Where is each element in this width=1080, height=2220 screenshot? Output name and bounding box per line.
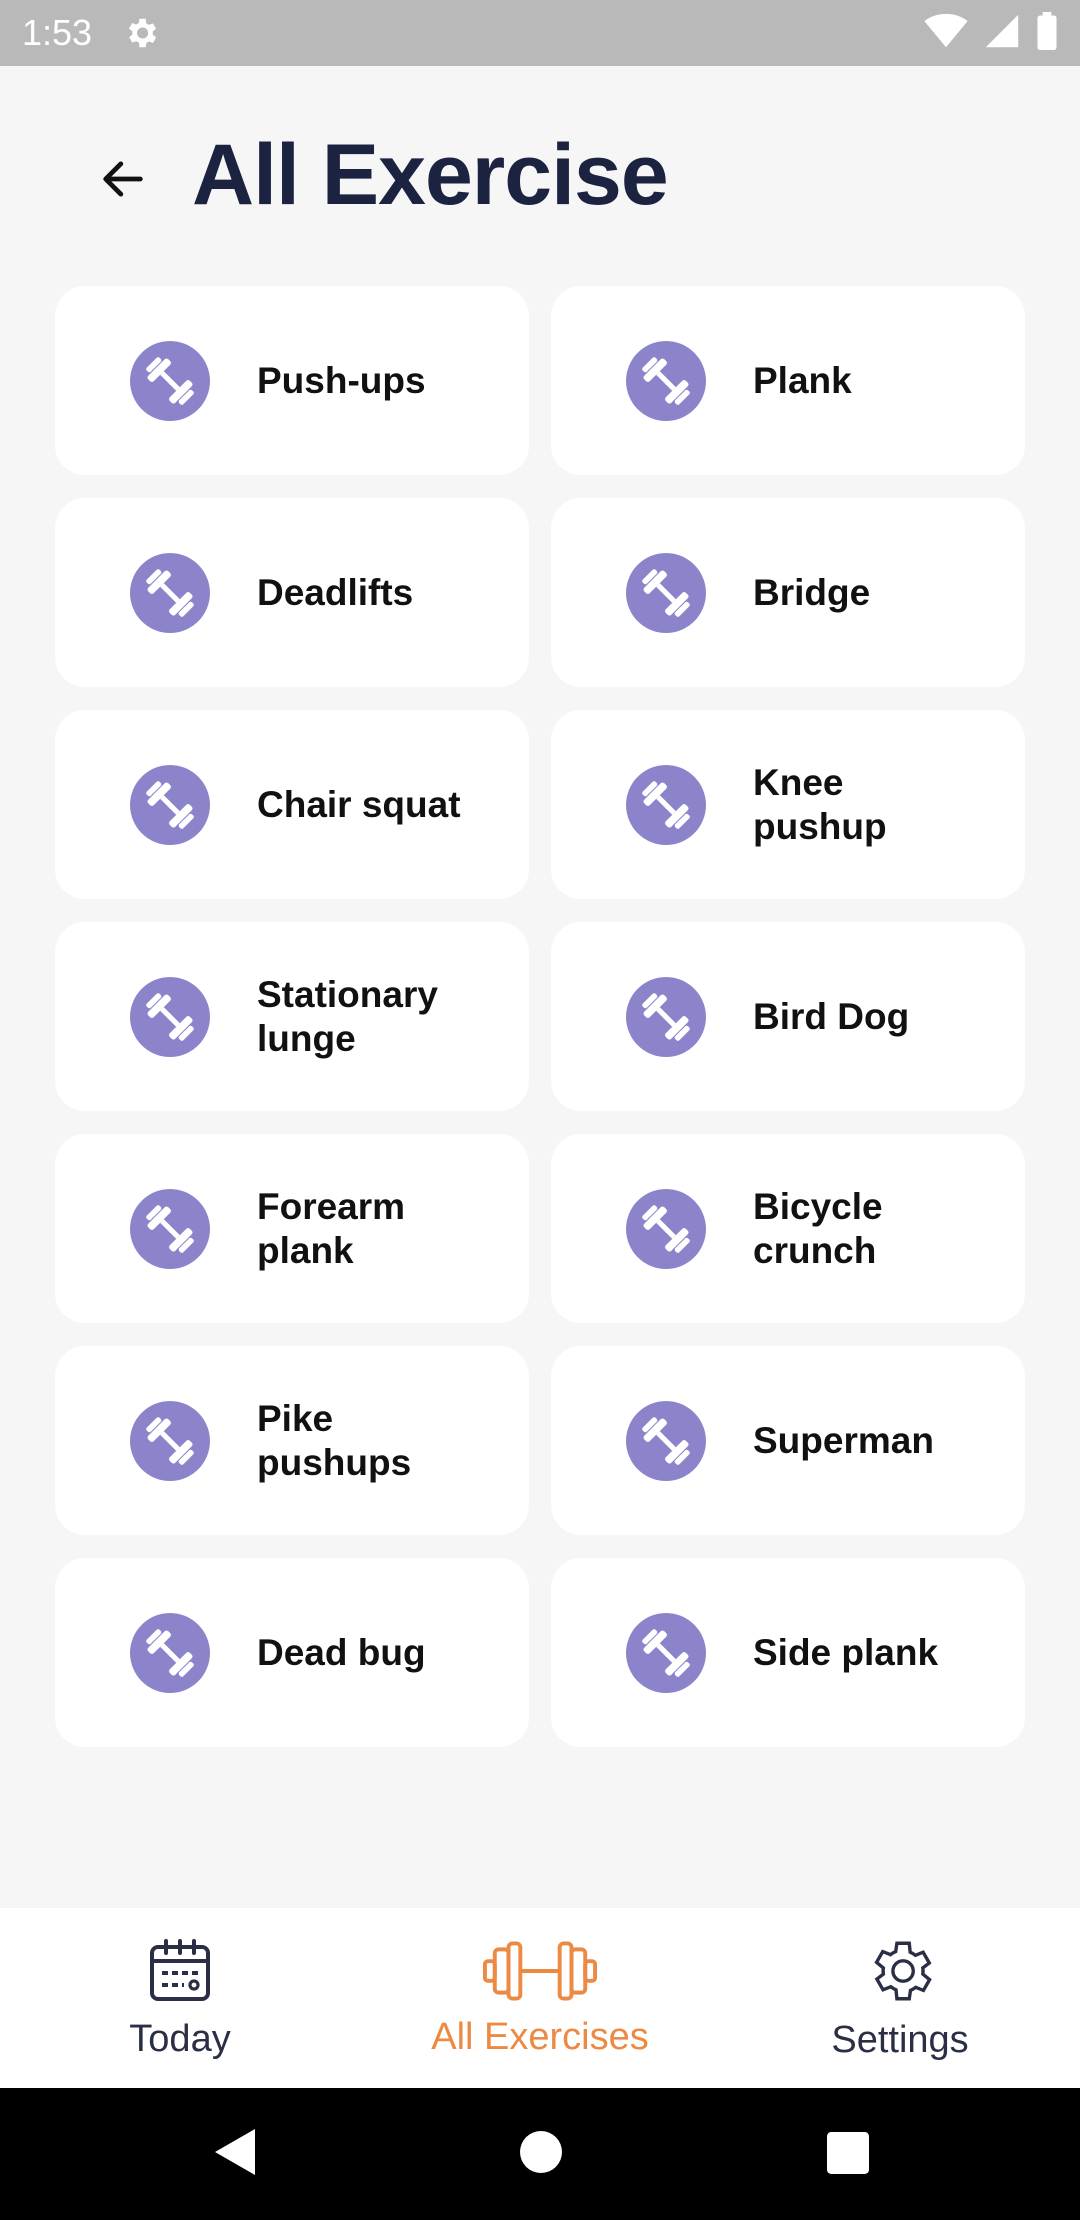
exercise-label: Chair squat — [257, 783, 461, 825]
dumbbell-icon — [130, 1188, 210, 1269]
nav-item-all-exercises[interactable]: All Exercises — [360, 1908, 720, 2088]
nav-label-settings: Settings — [831, 2019, 969, 2061]
dumbbell-icon — [130, 764, 210, 845]
dumbbell-icon — [626, 976, 706, 1057]
exercise-label: Push-ups — [257, 359, 426, 401]
nav-item-today[interactable]: Today — [0, 1908, 360, 2088]
exercise-card[interactable]: Dead bug — [55, 1558, 529, 1747]
dumbbell-icon — [626, 340, 706, 421]
calendar-icon — [144, 1935, 216, 2012]
page-title: All Exercise — [192, 127, 669, 223]
bottom-nav: Today All Exercises Settings — [0, 1908, 1080, 2088]
dumbbell-icon — [130, 976, 210, 1057]
dumbbell-icon — [626, 1400, 706, 1481]
nav-item-settings[interactable]: Settings — [720, 1908, 1080, 2088]
arrow-left-icon — [97, 153, 149, 210]
dumbbell-icon — [130, 1400, 210, 1481]
nav-label-all-exercises: All Exercises — [431, 2016, 649, 2058]
exercise-card[interactable]: Chair squat — [55, 710, 529, 899]
exercise-label: Forearm plank — [257, 1185, 406, 1271]
system-recents-button[interactable] — [823, 2130, 873, 2180]
exercise-label: Dead bug — [257, 1631, 426, 1673]
back-button[interactable] — [88, 146, 158, 216]
battery-icon — [1036, 11, 1058, 55]
exercise-card[interactable]: Deadlifts — [55, 498, 529, 687]
exercise-label: Superman — [753, 1419, 934, 1461]
dumbbell-icon — [481, 1937, 599, 2010]
exercise-grid: Push-ups Plank Deadlifts Bridge Chair squat K… — [55, 286, 1025, 1747]
dumbbell-icon — [626, 1612, 706, 1693]
gear-icon — [863, 1934, 937, 2013]
system-back-button[interactable] — [200, 2128, 270, 2180]
header: All Exercise — [0, 66, 1080, 286]
dumbbell-icon — [626, 1188, 706, 1269]
nav-label-today: Today — [129, 2018, 231, 2060]
dumbbell-icon — [626, 552, 706, 633]
gear-icon — [122, 14, 160, 52]
status-bar: 1:53 — [0, 0, 1080, 66]
exercise-card[interactable]: Bird Dog — [551, 922, 1025, 1111]
dumbbell-icon — [130, 1612, 210, 1693]
signal-icon — [984, 13, 1020, 54]
exercise-label: Side plank — [753, 1631, 939, 1673]
exercise-card[interactable]: Stationary lunge — [55, 922, 529, 1111]
exercise-label: Plank — [753, 359, 852, 401]
exercise-label: Deadlifts — [257, 571, 414, 613]
exercise-label: Bird Dog — [753, 995, 910, 1037]
dumbbell-icon — [626, 764, 706, 845]
wifi-icon — [924, 13, 968, 54]
exercise-label: Bridge — [753, 571, 871, 613]
exercise-label: Bicycle crunch — [753, 1185, 883, 1271]
square-recents-icon — [827, 2131, 869, 2179]
dumbbell-icon — [130, 340, 210, 421]
exercise-card[interactable]: Knee pushup — [551, 710, 1025, 899]
circle-home-icon — [520, 2130, 562, 2178]
dumbbell-icon — [130, 552, 210, 633]
exercise-card[interactable]: Bridge — [551, 498, 1025, 687]
system-home-button[interactable] — [515, 2128, 567, 2180]
exercise-card[interactable]: Push-ups — [55, 286, 529, 475]
triangle-back-icon — [213, 2127, 257, 2182]
system-nav-bar — [0, 2088, 1080, 2220]
exercise-card[interactable]: Bicycle crunch — [551, 1134, 1025, 1323]
exercise-card[interactable]: Plank — [551, 286, 1025, 475]
exercise-label: Stationary lunge — [257, 973, 438, 1059]
exercise-card[interactable]: Pike pushups — [55, 1346, 529, 1535]
status-time: 1:53 — [22, 12, 93, 53]
exercise-card[interactable]: Side plank — [551, 1558, 1025, 1747]
exercise-label: Pike pushups — [257, 1397, 412, 1483]
exercise-label: Knee pushup — [753, 761, 887, 847]
exercise-card[interactable]: Forearm plank — [55, 1134, 529, 1323]
exercise-card[interactable]: Superman — [551, 1346, 1025, 1535]
